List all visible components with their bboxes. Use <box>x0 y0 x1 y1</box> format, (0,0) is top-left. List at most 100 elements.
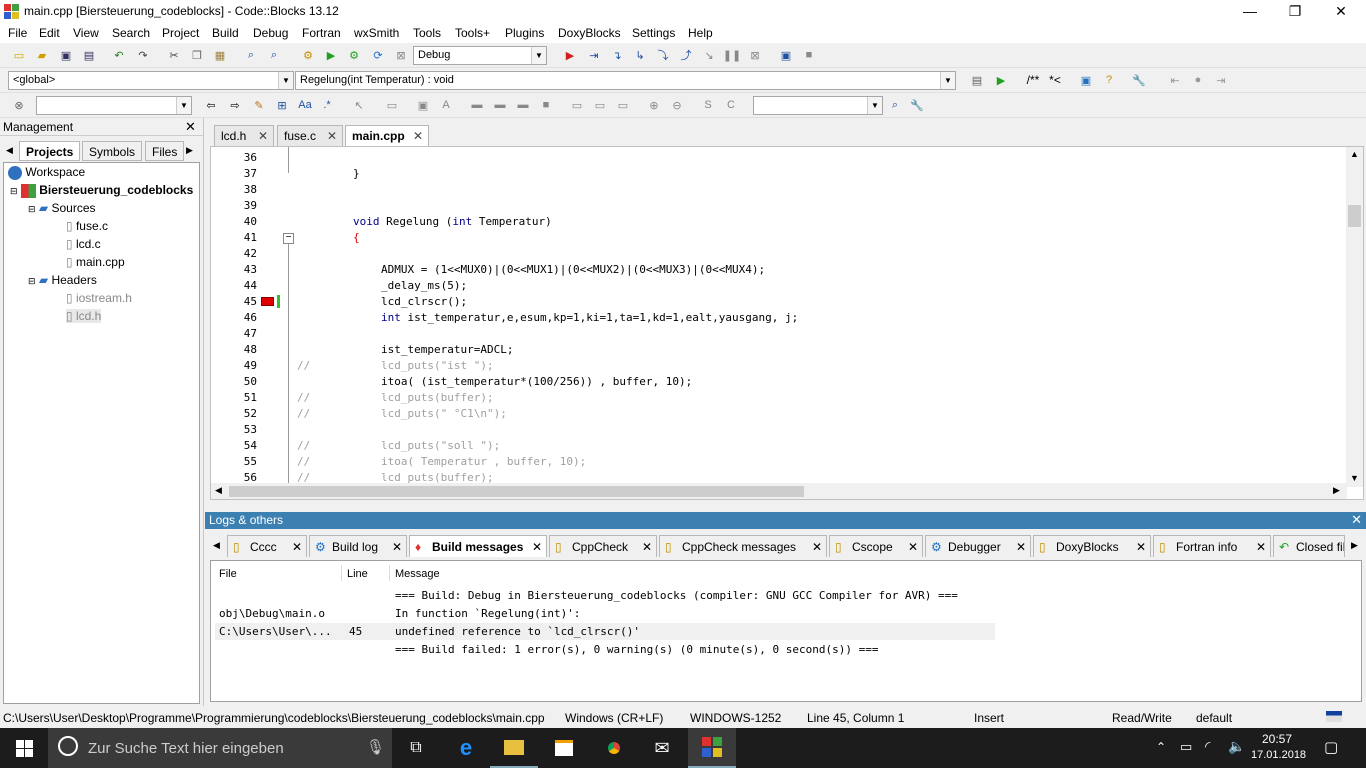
align-center-icon[interactable]: ▬ <box>491 96 509 114</box>
tab-scroll-left-icon[interactable]: ◀ <box>213 540 220 551</box>
close-icon[interactable]: ✕ <box>392 540 402 554</box>
menu-search[interactable]: Search <box>112 26 150 40</box>
start-button[interactable] <box>0 728 48 768</box>
step-instruction-icon[interactable]: ↘ <box>700 46 718 64</box>
menu-wxsmith[interactable]: wxSmith <box>354 26 399 40</box>
build-target-select[interactable]: Debug ▼ <box>413 46 547 65</box>
tab-fortran-info[interactable]: ▯ Fortran info ✕ <box>1153 535 1271 557</box>
column-header-message[interactable]: Message <box>395 568 440 580</box>
jump-forward-icon[interactable]: ⇥ <box>1212 71 1230 89</box>
menu-view[interactable]: View <box>73 26 99 40</box>
edge-browser-icon[interactable]: e <box>442 728 490 768</box>
close-icon[interactable]: ✕ <box>1256 540 1266 554</box>
regex-icon[interactable]: .* <box>318 96 336 114</box>
border-right-icon[interactable]: ▭ <box>614 96 632 114</box>
replace-icon[interactable]: ⌕ <box>265 46 283 64</box>
cut-icon[interactable]: ✂ <box>165 46 183 64</box>
table-row[interactable]: C:\Users\User\... 45 undefined reference… <box>215 623 995 640</box>
widget-image-icon[interactable]: ▣ <box>414 96 432 114</box>
editor-vertical-scrollbar[interactable]: ▲ ▼ <box>1346 147 1363 487</box>
menu-tools[interactable]: Tools <box>413 26 441 40</box>
next-line-icon[interactable]: ↴ <box>608 46 626 64</box>
store-icon[interactable] <box>540 728 588 768</box>
doxy-extract-icon[interactable]: ▶ <box>992 71 1010 89</box>
tab-cppcheck-messages[interactable]: ▯ CppCheck messages ✕ <box>659 535 827 557</box>
codeblocks-taskbar-icon[interactable] <box>688 728 736 768</box>
column-header-file[interactable]: File <box>219 568 237 580</box>
clear-search-icon[interactable]: ⊗ <box>10 96 28 114</box>
clock-date[interactable]: 17.01.2018 <box>1251 749 1306 761</box>
minimize-button[interactable]: — <box>1227 0 1273 23</box>
tree-file[interactable]: ▯ lcd.c <box>66 237 101 251</box>
microphone-icon[interactable]: 🎙 <box>366 738 385 756</box>
tab-projects[interactable]: Projects <box>19 141 81 161</box>
next-instruction-icon[interactable]: ↳ <box>631 46 649 64</box>
tab-symbols[interactable]: Symbols <box>82 141 143 161</box>
close-icon[interactable]: ✕ <box>258 129 268 143</box>
search-next-icon[interactable]: ⇨ <box>226 96 244 114</box>
menu-debug[interactable]: Debug <box>253 26 288 40</box>
mail-icon[interactable]: ✉ <box>638 728 686 768</box>
save-icon[interactable]: ▣ <box>57 46 75 64</box>
scroll-down-icon[interactable]: ▼ <box>1350 473 1359 483</box>
run-html-icon[interactable]: ▣ <box>1077 71 1095 89</box>
close-icon[interactable]: ✕ <box>292 540 302 554</box>
block-comment-button[interactable]: /** <box>1022 71 1044 89</box>
tree-file[interactable]: ▯ lcd.h <box>66 309 102 323</box>
close-icon[interactable]: ✕ <box>1016 540 1026 554</box>
step-into-icon[interactable]: ⤵ <box>654 46 672 64</box>
match-case-icon[interactable]: Aa <box>296 96 314 114</box>
code-editor[interactable]: 36 37 38 39 40 41 42 43 44 45 46 47 48 4… <box>210 146 1364 500</box>
menu-tools-plus[interactable]: Tools+ <box>455 26 490 40</box>
close-icon[interactable]: ✕ <box>642 540 652 554</box>
pause-icon[interactable]: ❚❚ <box>723 46 741 64</box>
widget-text-icon[interactable]: A <box>437 96 455 114</box>
tab-build-log[interactable]: ⚙ Build log ✕ <box>309 535 407 557</box>
tab-scroll-left-icon[interactable]: ◀ <box>6 145 13 156</box>
menu-help[interactable]: Help <box>688 26 713 40</box>
close-icon[interactable]: ✕ <box>812 540 822 554</box>
new-file-icon[interactable]: ▭ <box>10 46 28 64</box>
doxy-config-icon[interactable]: 🔧 <box>1130 71 1148 89</box>
menu-project[interactable]: Project <box>162 26 199 40</box>
menu-fortran[interactable]: Fortran <box>302 26 341 40</box>
table-row[interactable]: === Build failed: 1 error(s), 0 warning(… <box>215 641 995 658</box>
undo-icon[interactable]: ↶ <box>110 46 128 64</box>
restore-button[interactable]: ❐ <box>1272 0 1318 23</box>
menu-doxyblocks[interactable]: DoxyBlocks <box>558 26 621 40</box>
debug-start-icon[interactable]: ▶ <box>561 46 579 64</box>
build-gear-icon[interactable]: ⚙ <box>299 46 317 64</box>
incremental-search-input[interactable]: ▼ <box>36 96 192 115</box>
symbol-s-icon[interactable]: S <box>699 96 717 114</box>
fill-icon[interactable]: ■ <box>537 96 555 114</box>
build-run-icon[interactable]: ⚙ <box>345 46 363 64</box>
open-folder-icon[interactable]: ▰ <box>33 46 51 64</box>
close-icon[interactable]: ✕ <box>413 129 423 143</box>
tab-files[interactable]: Files <box>145 141 185 161</box>
tab-main-cpp[interactable]: main.cpp ✕ <box>345 125 429 146</box>
close-icon[interactable]: ✕ <box>327 129 337 143</box>
tab-scroll-right-icon[interactable]: ▶ <box>186 145 193 156</box>
scroll-up-icon[interactable]: ▲ <box>1350 149 1359 159</box>
menu-settings[interactable]: Settings <box>632 26 675 40</box>
tree-file[interactable]: ▯ main.cpp <box>66 255 125 269</box>
border-left-icon[interactable]: ▭ <box>568 96 586 114</box>
zoom-in-icon[interactable]: ⊕ <box>645 96 663 114</box>
jump-back-icon[interactable]: ⇤ <box>1166 71 1184 89</box>
symbol-settings-icon[interactable]: 🔧 <box>908 96 926 114</box>
run-chm-icon[interactable]: ? <box>1100 71 1118 89</box>
collapse-icon[interactable]: ⊟ <box>10 186 18 196</box>
editor-horizontal-scrollbar[interactable]: ◀ ▶ <box>211 483 1347 499</box>
close-icon[interactable]: ✕ <box>1351 512 1362 528</box>
tab-scroll-right-icon[interactable]: ▶ <box>1351 540 1358 551</box>
tab-cccc[interactable]: ▯ Cccc ✕ <box>227 535 307 557</box>
abort-icon[interactable]: ⊠ <box>392 46 410 64</box>
save-all-icon[interactable]: ▤ <box>80 46 98 64</box>
scroll-left-icon[interactable]: ◀ <box>215 485 222 496</box>
menu-build[interactable]: Build <box>212 26 239 40</box>
pointer-icon[interactable]: ↖ <box>350 96 368 114</box>
collapse-icon[interactable]: ⊟ <box>28 204 36 214</box>
table-row[interactable]: obj\Debug\main.o In function `Regelung(i… <box>215 605 995 622</box>
tree-headers-folder[interactable]: ⊟ ▰ Headers <box>28 273 97 287</box>
run-to-cursor-icon[interactable]: ⇥ <box>585 46 603 64</box>
